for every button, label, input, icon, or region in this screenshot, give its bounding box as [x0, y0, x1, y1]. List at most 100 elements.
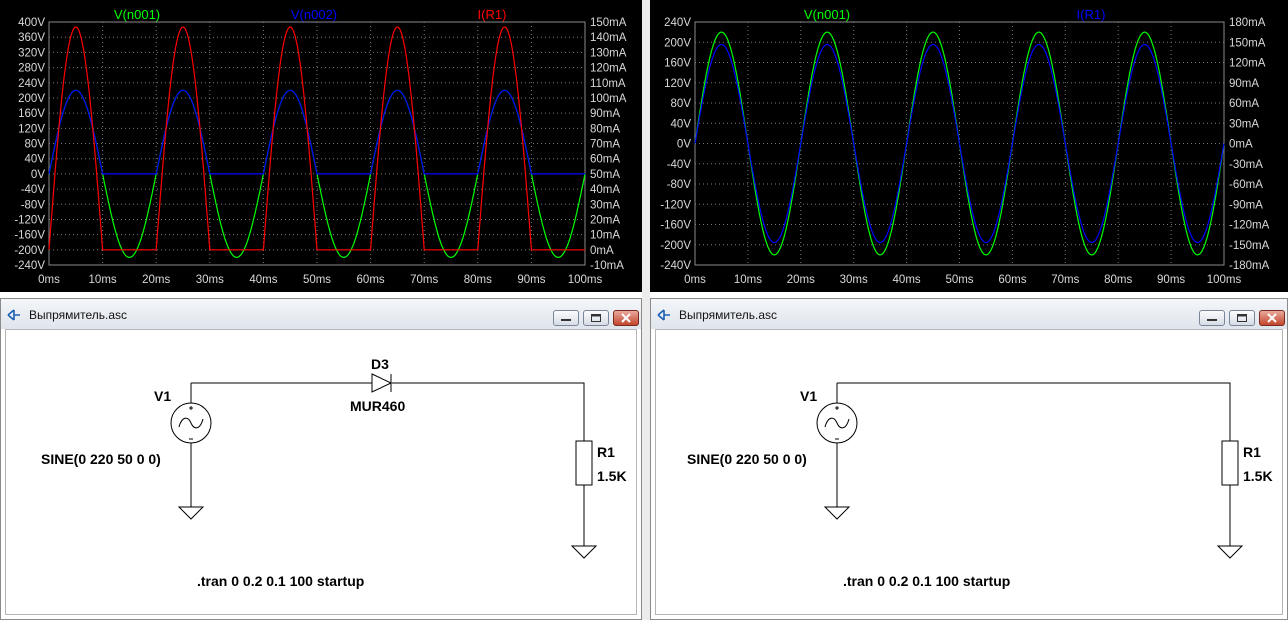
y-axis-tick-label-right: -150mA — [1229, 240, 1270, 252]
y-axis-tick-label-left: -120V — [660, 199, 691, 211]
x-axis-tick-label: 0ms — [684, 274, 706, 286]
y-axis-tick-label-right: 150mA — [1229, 37, 1266, 49]
schematic-canvas[interactable]: V1 SINE(0 220 50 0 0) D3 MUR460 R1 1.5K … — [5, 329, 637, 615]
x-axis-tick-label: 50ms — [303, 274, 331, 286]
x-axis-tick-label: 70ms — [410, 274, 438, 286]
y-axis-tick-label-left: 40V — [671, 118, 692, 130]
resistor-symbol[interactable] — [1221, 440, 1239, 486]
x-axis-tick-label: 20ms — [787, 274, 815, 286]
spice-directive[interactable]: .tran 0 0.2 0.1 100 startup — [843, 573, 1010, 589]
y-axis-tick-label-right: 50mA — [590, 169, 620, 181]
schematic-canvas[interactable]: V1 SINE(0 220 50 0 0) R1 1.5K .tran 0 0.… — [655, 329, 1283, 615]
y-axis-tick-label-left: 320V — [18, 47, 45, 59]
x-axis-tick-label: 60ms — [998, 274, 1026, 286]
y-axis-tick-label-right: 180mA — [1229, 17, 1266, 29]
trace-label-v-n001[interactable]: V(n001) — [804, 7, 850, 22]
y-axis-tick-label-right: 30mA — [590, 199, 620, 211]
ground-symbol[interactable] — [570, 545, 598, 559]
y-axis-tick-label-left: 200V — [664, 37, 691, 49]
spice-directive[interactable]: .tran 0 0.2 0.1 100 startup — [197, 573, 364, 589]
x-axis-tick-label: 0ms — [38, 274, 60, 286]
waveform-plot-2: 240V 180mA 200V 150mA 160V 120mA 120V 90mA 80V 60… — [660, 7, 1270, 286]
x-axis-tick-label: 90ms — [1157, 274, 1185, 286]
wire[interactable] — [837, 382, 1231, 441]
y-axis-tick-label-left: 120V — [664, 78, 691, 90]
y-axis-tick-label-left: -40V — [667, 159, 692, 171]
trace-label-i-r1[interactable]: I(R1) — [1077, 7, 1106, 22]
maximize-button[interactable] — [1229, 310, 1255, 326]
ground-symbol[interactable] — [823, 506, 851, 520]
resistor-symbol[interactable] — [575, 440, 593, 486]
source-name-label[interactable]: V1 — [154, 388, 171, 404]
y-axis-tick-label-left: -200V — [660, 240, 691, 252]
waveform-plot-1: 400V 150mA 360V 140mA 320V 130mA 280V 120mA 240V… — [14, 7, 627, 286]
y-axis-tick-label-right: 110mA — [590, 78, 626, 90]
window-titlebar[interactable]: Выпрямитель.asc — [1, 299, 641, 329]
minimize-button[interactable] — [553, 310, 579, 326]
y-axis-tick-label-left: 360V — [18, 32, 45, 44]
y-axis-tick-label-right: 150mA — [590, 17, 627, 29]
y-axis-tick-label-right: 60mA — [590, 154, 620, 166]
y-axis-tick-label-right: -60mA — [1229, 179, 1263, 191]
diode-name-label[interactable]: D3 — [371, 356, 389, 372]
schematic-window-2[interactable]: Выпрямитель.asc V1 SINE(0 220 50 0 0) R1… — [650, 298, 1288, 620]
y-axis-tick-label-left: 120V — [18, 123, 45, 135]
y-axis-tick-label-left: -240V — [660, 260, 691, 272]
y-axis-tick-label-right: 90mA — [590, 108, 620, 120]
source-value-label[interactable]: SINE(0 220 50 0 0) — [41, 451, 161, 467]
ground-symbol[interactable] — [177, 506, 205, 520]
voltage-source-symbol[interactable] — [170, 402, 212, 444]
trace-label-v-n001[interactable]: V(n001) — [114, 7, 160, 22]
trace-label-v-n002[interactable]: V(n002) — [291, 7, 337, 22]
x-axis-tick-label: 100ms — [568, 274, 603, 286]
waveform-viewer-2[interactable]: 240V 180mA 200V 150mA 160V 120mA 120V 90mA 80V 60… — [650, 0, 1288, 292]
close-button[interactable] — [1259, 310, 1285, 326]
resistor-value-label[interactable]: 1.5K — [1243, 468, 1273, 484]
resistor-name-label[interactable]: R1 — [597, 444, 615, 460]
y-axis-tick-label-right: 0mA — [590, 245, 614, 257]
close-button[interactable] — [613, 310, 639, 326]
x-axis-tick-label: 10ms — [89, 274, 117, 286]
x-axis-tick-label: 80ms — [1104, 274, 1132, 286]
x-axis-tick-label: 100ms — [1207, 274, 1242, 286]
source-name-label[interactable]: V1 — [800, 388, 817, 404]
minimize-button[interactable] — [1199, 310, 1225, 326]
y-axis-tick-label-left: 80V — [671, 98, 692, 110]
maximize-icon — [591, 314, 601, 322]
diode-symbol[interactable] — [371, 373, 393, 393]
close-icon — [1267, 313, 1277, 323]
trace-label-i-r1[interactable]: I(R1) — [478, 7, 507, 22]
wire[interactable] — [392, 382, 585, 441]
waveform-viewer-1[interactable]: 400V 150mA 360V 140mA 320V 130mA 280V 120mA 240V… — [0, 0, 642, 292]
resistor-value-label[interactable]: 1.5K — [597, 468, 627, 484]
ground-symbol[interactable] — [1216, 545, 1244, 559]
diode-model-label[interactable]: MUR460 — [350, 398, 405, 414]
panel-separator — [642, 0, 650, 620]
y-axis-tick-label-right: -30mA — [1229, 159, 1263, 171]
y-axis-tick-label-right: 30mA — [1229, 118, 1259, 130]
window-titlebar[interactable]: Выпрямитель.asc — [651, 299, 1287, 329]
resistor-name-label[interactable]: R1 — [1243, 444, 1261, 460]
y-axis-tick-label-right: 90mA — [1229, 78, 1259, 90]
y-axis-tick-label-right: -180mA — [1229, 260, 1270, 272]
schematic-window-1[interactable]: Выпрямитель.asc V1 SINE(0 220 50 0 0) D3… — [0, 298, 642, 620]
minimize-icon — [1207, 319, 1217, 321]
x-axis-tick-label: 50ms — [945, 274, 973, 286]
y-axis-tick-label-right: 80mA — [590, 123, 620, 135]
window-title: Выпрямитель.asc — [679, 308, 778, 322]
y-axis-tick-label-left: 240V — [18, 78, 45, 90]
y-axis-tick-label-left: 160V — [664, 58, 691, 70]
y-axis-tick-label-right: -10mA — [590, 260, 624, 272]
voltage-source-symbol[interactable] — [816, 402, 858, 444]
y-axis-tick-label-right: 20mA — [590, 214, 620, 226]
maximize-button[interactable] — [583, 310, 609, 326]
y-axis-tick-label-left: -160V — [660, 220, 691, 232]
source-value-label[interactable]: SINE(0 220 50 0 0) — [687, 451, 807, 467]
x-axis-tick-label: 90ms — [517, 274, 545, 286]
y-axis-tick-label-left: -80V — [667, 179, 692, 191]
y-axis-tick-label-right: 0mA — [1229, 139, 1253, 151]
x-axis-tick-label: 30ms — [196, 274, 224, 286]
x-axis-tick-label: 30ms — [840, 274, 868, 286]
y-axis-tick-label-left: 400V — [18, 17, 45, 29]
y-axis-tick-label-left: -160V — [14, 230, 45, 242]
